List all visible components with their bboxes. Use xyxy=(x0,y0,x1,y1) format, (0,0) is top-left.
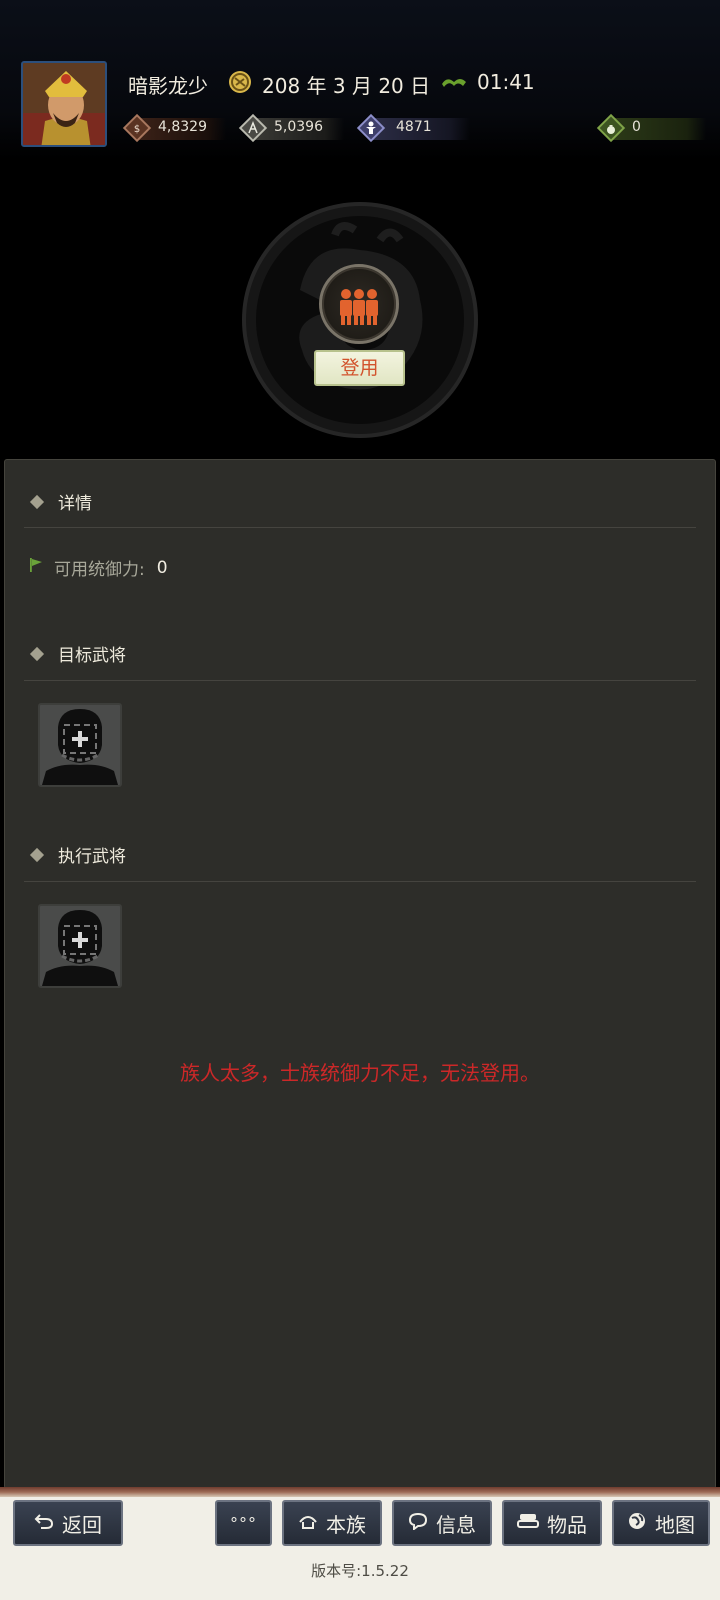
footer-trim xyxy=(0,1487,720,1497)
bag-resource[interactable]: 0 xyxy=(596,113,710,143)
bag-icon xyxy=(596,113,626,143)
svg-text:$: $ xyxy=(134,124,140,135)
items-icon xyxy=(517,1511,539,1536)
back-button[interactable]: 返回 xyxy=(13,1500,123,1546)
command-power-value: 0 xyxy=(156,557,168,578)
chat-bubble-icon xyxy=(408,1512,428,1535)
clan-button[interactable]: 本族 xyxy=(282,1500,382,1546)
map-button[interactable]: 地图 xyxy=(612,1500,710,1546)
grain-resource[interactable]: 5,0396 xyxy=(238,113,346,143)
command-power-label: 可用统御力: xyxy=(54,560,145,580)
globe-icon xyxy=(627,1511,647,1536)
items-button[interactable]: 物品 xyxy=(502,1500,602,1546)
diamond-bullet-icon xyxy=(29,494,45,509)
add-general-icon xyxy=(40,705,120,785)
add-general-icon xyxy=(40,906,120,986)
warning-message: 族人太多，士族统御力不足，无法登用。 xyxy=(180,1061,540,1085)
target-general-heading: 目标武将 xyxy=(29,641,126,666)
recruit-action-icon[interactable] xyxy=(319,264,399,344)
target-general-slot[interactable] xyxy=(38,703,122,787)
grain-icon xyxy=(238,113,268,143)
recruit-button[interactable]: 登用 xyxy=(314,350,405,386)
troops-icon xyxy=(356,113,386,143)
divider xyxy=(24,527,696,528)
divider xyxy=(24,680,696,681)
money-icon: $ xyxy=(122,113,152,143)
money-resource[interactable]: $ 4,8329 xyxy=(122,113,228,143)
more-button[interactable]: °°° xyxy=(215,1500,272,1546)
version-label: 版本号:1.5.22 xyxy=(311,1562,409,1580)
diamond-bullet-icon xyxy=(29,847,45,862)
game-time: 01:41 xyxy=(477,70,535,94)
clan-icon xyxy=(298,1512,318,1535)
executor-general-heading: 执行武将 xyxy=(29,842,126,867)
more-icon: °°° xyxy=(230,1513,257,1533)
player-avatar[interactable] xyxy=(21,61,107,147)
game-date: 208 年 3 月 20 日 xyxy=(262,74,431,98)
info-button[interactable]: 信息 xyxy=(392,1500,492,1546)
diamond-bullet-icon xyxy=(29,646,45,661)
weather-icon xyxy=(441,74,467,90)
back-arrow-icon xyxy=(34,1512,54,1535)
details-heading: 详情 xyxy=(29,489,92,514)
player-name: 暗影龙少 xyxy=(128,74,208,98)
flag-icon xyxy=(28,557,44,578)
command-power-row: 可用统御力: 0 xyxy=(28,555,168,580)
divider xyxy=(24,881,696,882)
calendar-seal-icon xyxy=(228,70,252,94)
top-status-bar: 暗影龙少 208 年 3 月 20 日 01:41 $ 4,8329 5,039… xyxy=(0,0,720,160)
troops-resource[interactable]: 4871 xyxy=(356,113,470,143)
executor-general-slot[interactable] xyxy=(38,904,122,988)
